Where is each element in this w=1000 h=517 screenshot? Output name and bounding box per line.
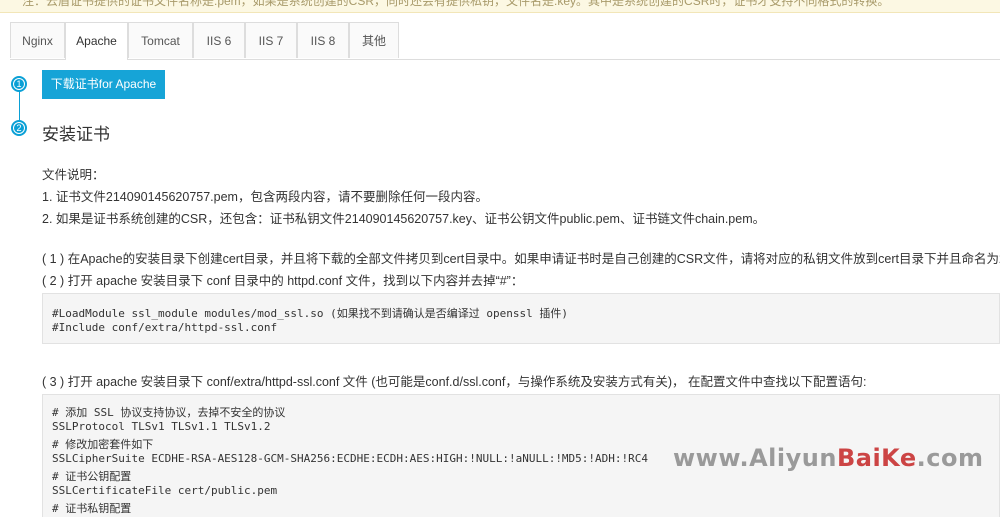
watermark-suffix: .com: [916, 444, 984, 472]
tab-iis8[interactable]: IIS 8: [297, 22, 349, 58]
code-line: # 证书私钥配置: [52, 502, 132, 515]
code-line: SSLCertificateFile cert/public.pem: [52, 484, 278, 497]
step-number: 2: [14, 123, 24, 133]
watermark-highlight: BaiKe: [836, 444, 917, 472]
tab-iis7[interactable]: IIS 7: [245, 22, 297, 58]
code-line: #Include conf/extra/httpd-ssl.conf: [52, 321, 278, 334]
file-desc-line-2: 2. 如果是证书系统创建的CSR，还包含：证书私钥文件2140901456207…: [42, 212, 766, 226]
code-line: SSLProtocol TLSv1 TLSv1.1 TLSv1.2: [52, 420, 271, 433]
watermark: www.AliyunBaiKe.com: [673, 444, 983, 472]
code-line: #LoadModule ssl_module modules/mod_ssl.s…: [52, 307, 568, 320]
step-indicator-1: 1: [11, 76, 27, 92]
file-desc-line-1: 1. 证书文件214090145620757.pem，包含两段内容，请不要删除任…: [42, 190, 488, 204]
code-line: # 证书公钥配置: [52, 470, 132, 483]
tab-nginx[interactable]: Nginx: [10, 22, 65, 58]
step-indicator-2: 2: [11, 120, 27, 136]
step-number: 1: [14, 79, 24, 89]
file-desc-title: 文件说明：: [42, 168, 105, 182]
server-tabs: Nginx Apache Tomcat IIS 6 IIS 7 IIS 8 其他: [10, 22, 1000, 60]
notice-banner: 注：云盾证书提供的证书文件名称是.pem，如果是系统创建的CSR，同时还会有提供…: [0, 0, 1000, 13]
instruction-step-3: ( 3 ) 打开 apache 安装目录下 conf/extra/httpd-s…: [42, 375, 867, 389]
tab-iis6[interactable]: IIS 6: [193, 22, 245, 58]
instruction-step-1: ( 1 ) 在Apache的安装目录下创建cert目录，并且将下载的全部文件拷贝…: [42, 252, 1000, 266]
instruction-step-2: ( 2 ) 打开 apache 安装目录下 conf 目录中的 httpd.co…: [42, 274, 524, 288]
tab-other[interactable]: 其他: [349, 22, 399, 58]
code-block-httpd-conf: #LoadModule ssl_module modules/mod_ssl.s…: [42, 293, 1000, 344]
code-line: SSLCipherSuite ECDHE-RSA-AES128-GCM-SHA2…: [52, 452, 649, 465]
notice-text: 注：云盾证书提供的证书文件名称是.pem，如果是系统创建的CSR，同时还会有提供…: [22, 0, 890, 8]
code-line: # 修改加密套件如下: [52, 438, 154, 451]
code-line: # 添加 SSL 协议支持协议，去掉不安全的协议: [52, 406, 286, 419]
tab-tomcat[interactable]: Tomcat: [128, 22, 193, 58]
tab-apache[interactable]: Apache: [65, 22, 128, 60]
watermark-prefix: www.Aliyun: [673, 444, 837, 472]
download-certificate-button[interactable]: 下载证书for Apache: [42, 70, 165, 99]
section-title: 安装证书: [42, 125, 110, 144]
